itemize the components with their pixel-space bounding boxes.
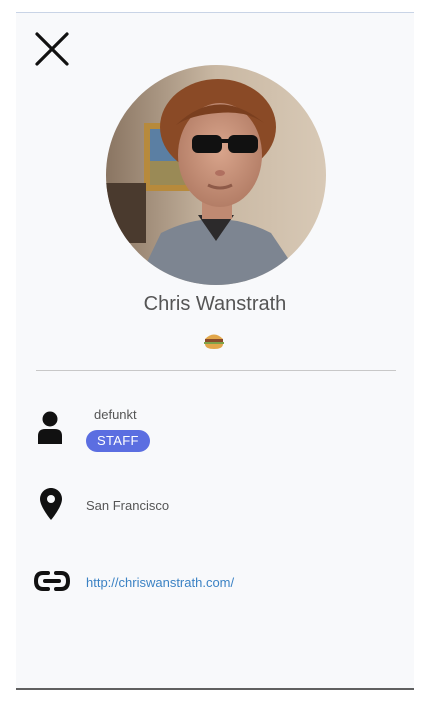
- close-icon[interactable]: [32, 29, 72, 69]
- profile-panel: Chris Wanstrath defunkt STAFF San Franci…: [16, 12, 414, 689]
- username: defunkt: [94, 407, 137, 422]
- staff-badge: STAFF: [86, 430, 150, 452]
- avatar: [106, 65, 326, 285]
- bottom-divider: [16, 688, 414, 690]
- divider: [36, 370, 396, 371]
- profile-name: Chris Wanstrath: [143, 293, 287, 315]
- location-pin-icon: [40, 488, 62, 520]
- link-icon: [34, 571, 70, 591]
- user-icon: [38, 411, 62, 444]
- website-link[interactable]: http://chriswanstrath.com/: [86, 575, 234, 590]
- location-text: San Francisco: [86, 498, 170, 513]
- burger-emoji-icon: [204, 334, 224, 349]
